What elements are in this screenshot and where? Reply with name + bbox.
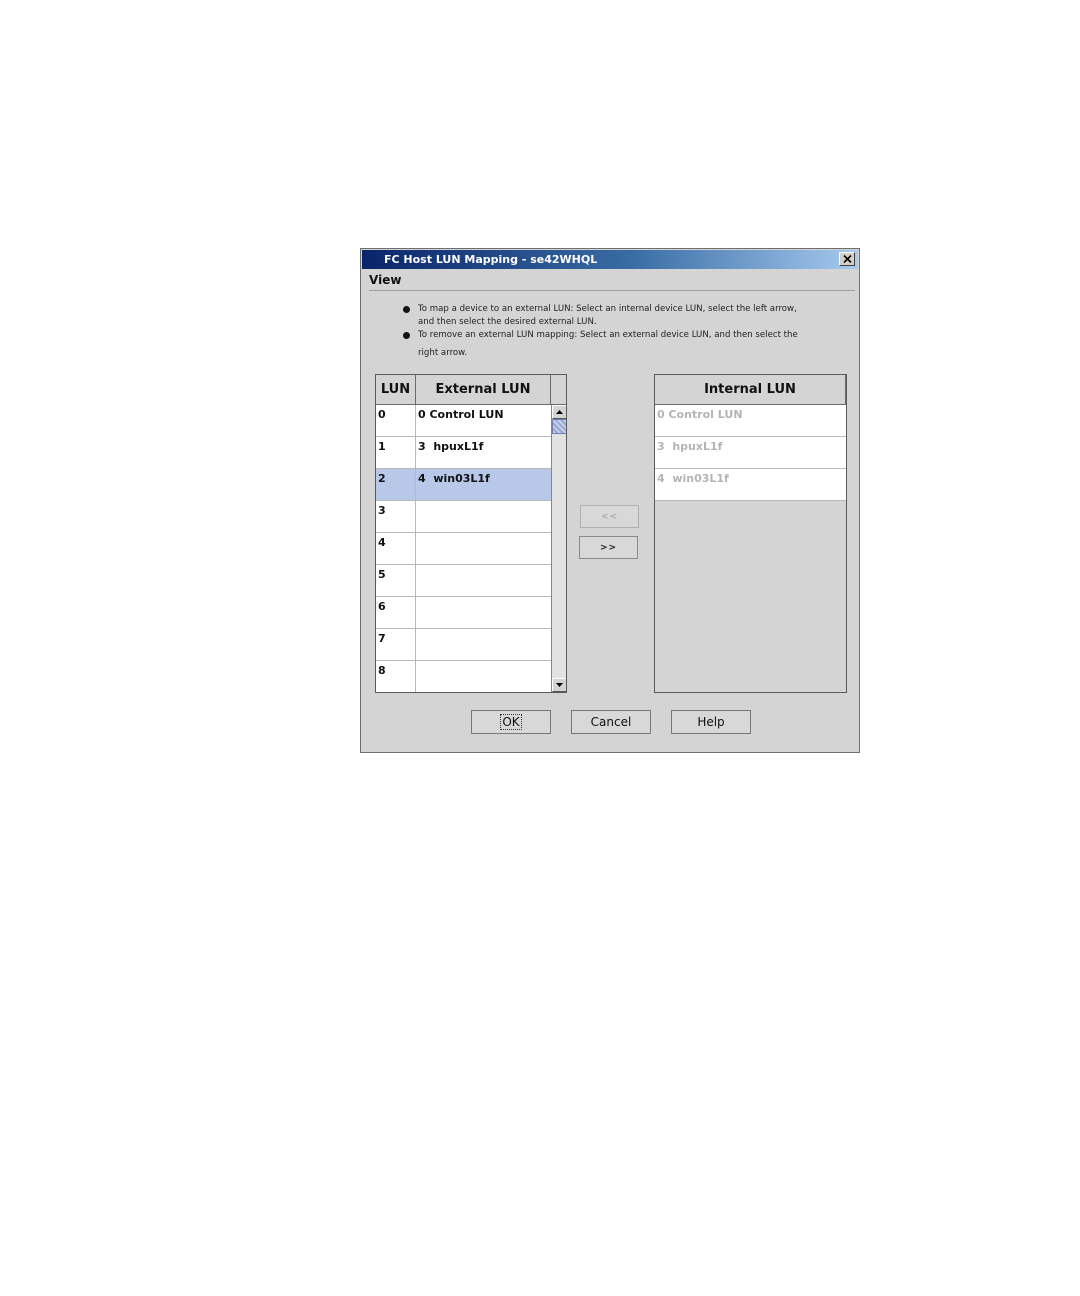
- close-icon: [842, 255, 852, 263]
- fc-host-lun-mapping-dialog: FC Host LUN Mapping - se42WHQL View To m…: [360, 248, 860, 753]
- external-lun-cell: [416, 629, 551, 663]
- table-row[interactable]: 5: [376, 565, 551, 597]
- internal-lun-row[interactable]: 0 Control LUN: [655, 405, 846, 437]
- lun-cell: 7: [376, 629, 416, 660]
- ok-button[interactable]: OK: [471, 710, 551, 734]
- external-lun-cell: 0 Control LUN: [418, 408, 504, 421]
- lun-cell: 5: [376, 565, 416, 596]
- lun-cell: 1: [376, 437, 416, 468]
- map-left-arrow-button[interactable]: <<: [580, 505, 639, 528]
- menu-view[interactable]: View: [369, 273, 401, 287]
- table-row[interactable]: 1 3 hpuxL1f: [376, 437, 551, 469]
- table-row-selected[interactable]: 2 4 win03L1f: [376, 469, 551, 501]
- table-row[interactable]: 7: [376, 629, 551, 661]
- vertical-scrollbar[interactable]: [551, 405, 566, 692]
- help-button[interactable]: Help: [671, 710, 751, 734]
- lun-cell: 4: [376, 533, 416, 564]
- external-lun-cell: [416, 565, 551, 599]
- internal-lun-row[interactable]: 3 hpuxL1f: [655, 437, 846, 469]
- table-row[interactable]: 8: [376, 661, 551, 692]
- lun-cell: 0: [376, 405, 416, 436]
- scroll-up-button[interactable]: [552, 405, 566, 419]
- external-lun-cell: 4 win03L1f: [418, 472, 490, 485]
- instruction-2-line-2: right arrow.: [418, 348, 468, 358]
- cancel-button[interactable]: Cancel: [571, 710, 651, 734]
- internal-lun-row[interactable]: 4 win03L1f: [655, 469, 846, 501]
- lun-cell: 6: [376, 597, 416, 628]
- table-row[interactable]: 3: [376, 501, 551, 533]
- ok-button-label: OK: [500, 714, 522, 730]
- external-lun-table: LUN External LUN 0 0 Control LUN 1 3 hpu…: [375, 374, 567, 693]
- external-lun-cell: 3 hpuxL1f: [418, 440, 484, 453]
- table-row[interactable]: 0 0 Control LUN: [376, 405, 551, 437]
- title-bar[interactable]: FC Host LUN Mapping - se42WHQL: [362, 250, 858, 269]
- window-title: FC Host LUN Mapping - se42WHQL: [384, 253, 598, 266]
- internal-lun-table: Internal LUN 0 Control LUN 3 hpuxL1f 4 w…: [654, 374, 847, 693]
- instruction-2-line-1: To remove an external LUN mapping: Selec…: [418, 330, 798, 340]
- scroll-down-button[interactable]: [552, 678, 566, 692]
- column-header-internal-lun[interactable]: Internal LUN: [655, 375, 846, 405]
- table-row[interactable]: 4: [376, 533, 551, 565]
- unmap-right-arrow-button[interactable]: >>: [579, 536, 638, 559]
- lun-cell: 3: [376, 501, 416, 532]
- table-row[interactable]: 6: [376, 597, 551, 629]
- external-lun-cell: [416, 501, 551, 535]
- instruction-1-line-2: and then select the desired external LUN…: [418, 317, 597, 327]
- bullet-icon: [403, 332, 410, 339]
- scroll-thumb[interactable]: [552, 419, 566, 434]
- close-button[interactable]: [839, 252, 855, 266]
- arrow-up-icon: [556, 410, 563, 414]
- bullet-icon: [403, 306, 410, 313]
- external-lun-cell: [416, 661, 551, 692]
- column-header-external-lun[interactable]: External LUN: [416, 375, 551, 405]
- external-lun-cell: [416, 597, 551, 631]
- instruction-1-line-1: To map a device to an external LUN: Sele…: [418, 304, 797, 314]
- lun-cell: 2: [376, 469, 416, 500]
- menu-separator: [369, 290, 855, 291]
- header-corner: [551, 375, 566, 405]
- lun-cell: 8: [376, 661, 416, 692]
- arrow-down-icon: [556, 683, 563, 687]
- external-lun-cell: [416, 533, 551, 567]
- column-header-lun[interactable]: LUN: [376, 375, 416, 405]
